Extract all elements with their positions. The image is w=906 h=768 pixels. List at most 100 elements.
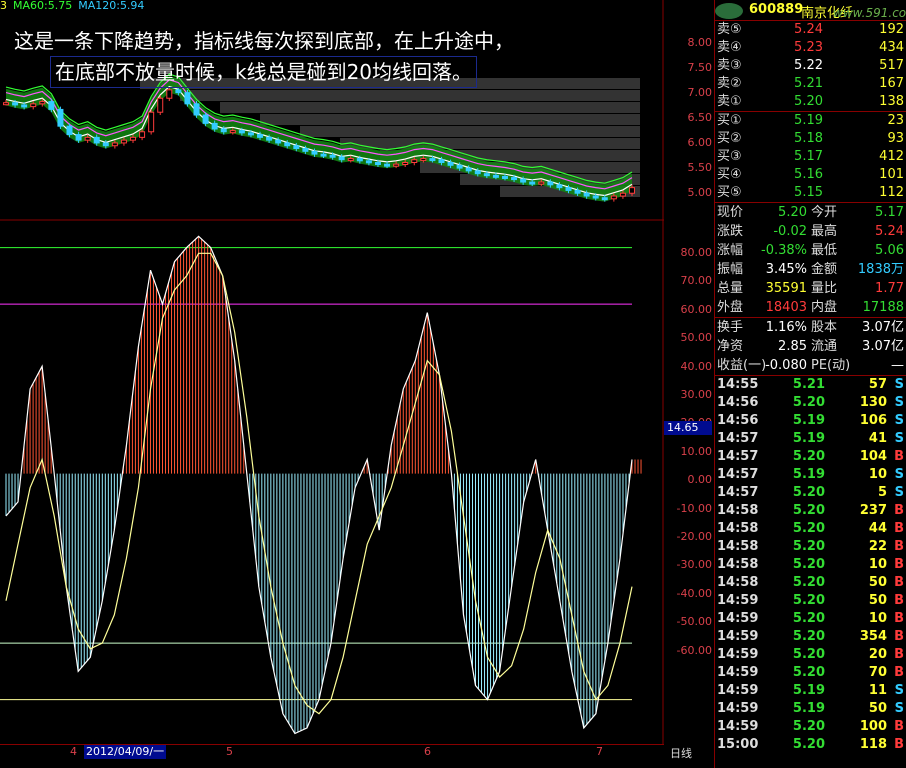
candle-body bbox=[238, 130, 245, 134]
volume-profile-bar bbox=[300, 126, 640, 137]
quote-value: -0.38% bbox=[761, 243, 807, 258]
tick-price: 5.19 bbox=[792, 701, 825, 716]
tick-price: 5.20 bbox=[792, 557, 825, 572]
buy-order-row[interactable]: 买② 5.18 93 bbox=[715, 130, 906, 148]
buy-order-row[interactable]: 买⑤ 5.15 112 bbox=[715, 184, 906, 202]
candle-body bbox=[447, 162, 454, 166]
sell-order-label: 卖③ bbox=[717, 58, 742, 73]
volume-profile-bar bbox=[260, 114, 640, 125]
ma-partial-label: 3 bbox=[0, 0, 7, 12]
buy-order-row[interactable]: 买③ 5.17 412 bbox=[715, 148, 906, 166]
buy-order-price: 5.18 bbox=[794, 131, 823, 146]
sell-order-row[interactable]: 卖⑤ 5.24 192 bbox=[715, 21, 906, 39]
tick-time: 14:58 bbox=[717, 557, 759, 572]
stock-code[interactable]: 600889 bbox=[749, 2, 803, 17]
date-tick-6: 6 bbox=[424, 745, 431, 758]
quote-row: 涨跌 -0.02 最高 5.24 bbox=[715, 222, 906, 241]
quote-label: 最低 bbox=[811, 243, 838, 258]
fundamental-row: 收益(一) -0.080 PE(动) — bbox=[715, 356, 906, 375]
candle-body bbox=[247, 132, 254, 136]
candle-body bbox=[3, 102, 9, 106]
ma120-value: 5.94 bbox=[119, 0, 145, 12]
price-axis-label: 6.50 bbox=[687, 111, 713, 124]
candle-body bbox=[302, 148, 309, 152]
tick-side: B bbox=[894, 539, 904, 554]
tick-side: S bbox=[894, 395, 904, 410]
tick-row: 14:58 5.20 10 B bbox=[715, 556, 906, 574]
sell-order-price: 5.21 bbox=[794, 76, 823, 91]
candle-body bbox=[202, 114, 209, 124]
fundamental-label: PE(动) bbox=[811, 358, 851, 373]
annotation-line-2: 在底部不放量时候，k线总是碰到20均线回落。 bbox=[50, 56, 478, 88]
period-label[interactable]: 日线 bbox=[670, 745, 692, 761]
chart-canvas[interactable] bbox=[0, 0, 664, 744]
candle-body bbox=[356, 158, 363, 162]
buy-order-price: 5.15 bbox=[794, 185, 823, 200]
candle-body bbox=[57, 108, 64, 127]
candle-body bbox=[111, 142, 118, 147]
date-tick-7: 7 bbox=[596, 745, 603, 758]
price-axis-label: 8.00 bbox=[687, 36, 713, 49]
tick-volume: 41 bbox=[868, 431, 887, 446]
sell-order-volume: 167 bbox=[879, 76, 904, 91]
candle-body bbox=[157, 97, 164, 113]
candle-body bbox=[365, 160, 372, 164]
candle-body bbox=[266, 136, 273, 141]
candle-body bbox=[130, 136, 137, 141]
candle-body bbox=[629, 187, 635, 194]
buy-order-row[interactable]: 买④ 5.16 101 bbox=[715, 166, 906, 184]
ma60-label: MA60: bbox=[13, 0, 48, 12]
tick-price: 5.19 bbox=[792, 683, 825, 698]
tick-row: 14:57 5.20 104 B bbox=[715, 448, 906, 466]
tick-price: 5.20 bbox=[792, 647, 825, 662]
candle-body bbox=[139, 131, 146, 138]
tick-side: S bbox=[894, 431, 904, 446]
quote-value: 5.24 bbox=[875, 224, 904, 239]
tick-side: B bbox=[894, 449, 904, 464]
tick-volume: 50 bbox=[868, 593, 887, 608]
tick-row: 14:57 5.19 41 S bbox=[715, 430, 906, 448]
tick-time: 14:57 bbox=[717, 467, 759, 482]
candle-body bbox=[520, 178, 527, 183]
sell-order-row[interactable]: 卖③ 5.22 517 bbox=[715, 57, 906, 75]
tick-price: 5.19 bbox=[792, 431, 825, 446]
tick-volume: 100 bbox=[859, 719, 887, 734]
sell-order-row[interactable]: 卖② 5.21 167 bbox=[715, 75, 906, 93]
tick-row: 14:59 5.20 100 B bbox=[715, 718, 906, 736]
tick-time: 15:00 bbox=[717, 737, 759, 752]
buy-order-volume: 93 bbox=[887, 131, 904, 146]
indicator-axis-label: -20.00 bbox=[676, 530, 712, 543]
price-axis-label: 7.00 bbox=[687, 86, 713, 99]
quote-label: 涨跌 bbox=[717, 224, 744, 239]
candle-body bbox=[456, 164, 463, 169]
date-cursor-label: 2012/04/09/一 bbox=[84, 745, 167, 759]
tick-time: 14:58 bbox=[717, 575, 759, 590]
tick-price: 5.21 bbox=[792, 377, 825, 392]
tick-row: 14:59 5.20 10 B bbox=[715, 610, 906, 628]
candle-body bbox=[483, 173, 490, 177]
candle-body bbox=[211, 122, 218, 130]
buy-order-row[interactable]: 买① 5.19 23 bbox=[715, 112, 906, 130]
quote-row: 外盘 18403 内盘 17188 bbox=[715, 298, 906, 317]
tick-list[interactable]: 14:55 5.21 57 S 14:56 5.20 130 S 14:56 5.19 106 S 14… bbox=[715, 376, 906, 754]
tick-time: 14:59 bbox=[717, 647, 759, 662]
candle-body bbox=[338, 156, 345, 161]
sell-order-row[interactable]: 卖④ 5.23 434 bbox=[715, 39, 906, 57]
fundamental-row: 净资 2.85 流通 3.07亿 bbox=[715, 337, 906, 356]
indicator-axis-label: 50.00 bbox=[680, 331, 713, 345]
tick-price: 5.20 bbox=[792, 449, 825, 464]
tick-time: 14:56 bbox=[717, 395, 759, 410]
annotation-text: 这是一条下降趋势，指标线每次探到底部，在上升途中， 在底部不放量时候，k线总是碰… bbox=[14, 26, 664, 88]
tick-time: 14:59 bbox=[717, 593, 759, 608]
tick-side: B bbox=[894, 737, 904, 752]
candle-body bbox=[193, 103, 200, 116]
chart-area[interactable]: 3 MA60:5.75 MA120:5.94 这是一条下降趋势，指标线每次探到底部，… bbox=[0, 0, 664, 768]
tick-row: 14:58 5.20 22 B bbox=[715, 538, 906, 556]
tick-volume: 50 bbox=[868, 701, 887, 716]
tick-time: 14:59 bbox=[717, 719, 759, 734]
tick-side: B bbox=[894, 611, 904, 626]
sell-order-row[interactable]: 卖① 5.20 138 bbox=[715, 93, 906, 111]
quote-value: 3.45% bbox=[765, 262, 807, 277]
tick-side: S bbox=[894, 467, 904, 482]
tick-volume: 118 bbox=[859, 737, 887, 752]
